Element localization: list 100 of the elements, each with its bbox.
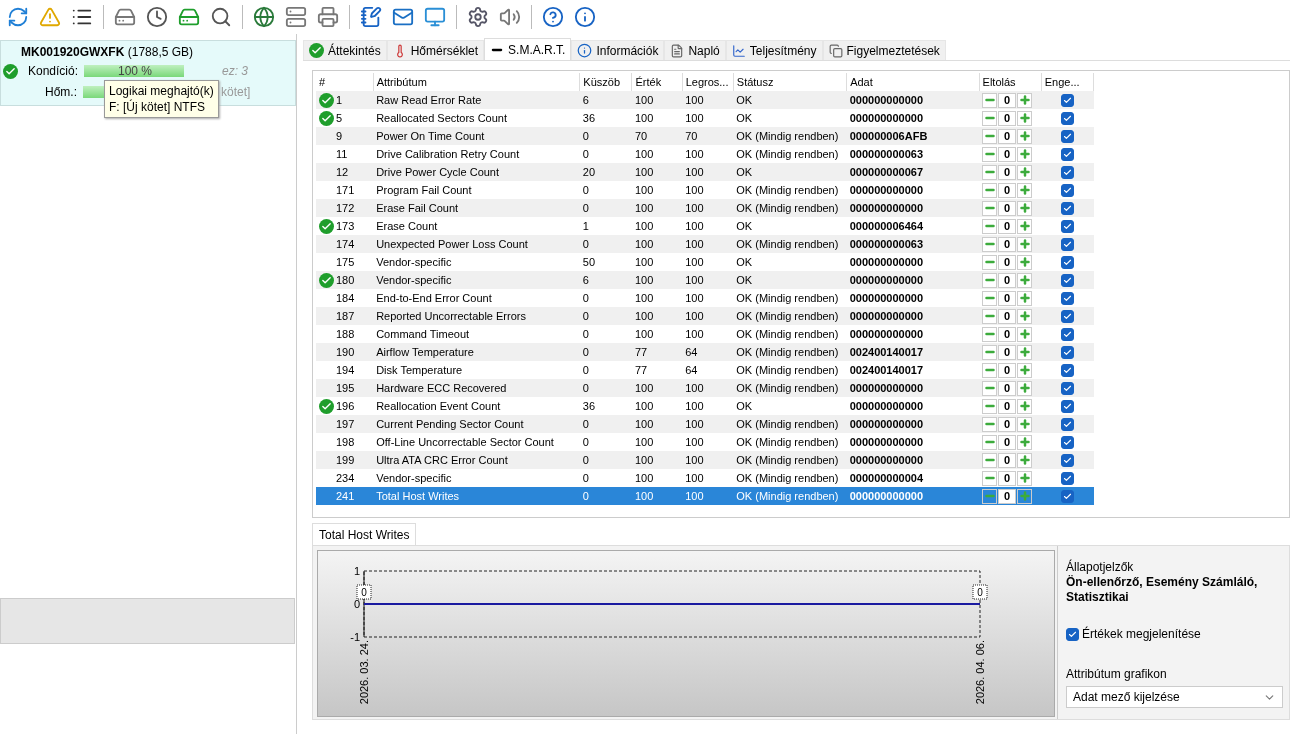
increment-button[interactable] <box>1017 416 1033 432</box>
increment-button[interactable] <box>1017 146 1033 162</box>
checkbox[interactable] <box>1060 309 1074 323</box>
tab[interactable]: Információk <box>571 40 665 60</box>
offset-field[interactable]: 0 <box>998 128 1017 144</box>
decrement-button[interactable] <box>982 110 998 126</box>
increment-button[interactable] <box>1017 218 1033 234</box>
checkbox[interactable] <box>1060 471 1074 485</box>
offset-field[interactable]: 0 <box>998 218 1017 234</box>
decrement-button[interactable] <box>982 416 998 432</box>
offset-field[interactable]: 0 <box>998 200 1017 216</box>
checkbox[interactable] <box>1060 273 1074 287</box>
offset-field[interactable]: 0 <box>998 416 1017 432</box>
offset-field[interactable]: 0 <box>998 362 1017 378</box>
checkbox[interactable] <box>1060 363 1074 377</box>
checkbox[interactable] <box>1060 219 1074 233</box>
increment-button[interactable] <box>1017 398 1033 414</box>
decrement-button[interactable] <box>982 200 998 216</box>
offset-field[interactable]: 0 <box>998 488 1017 504</box>
checkbox[interactable] <box>1060 327 1074 341</box>
tab[interactable]: Napló <box>664 40 726 60</box>
checkbox[interactable] <box>1060 201 1074 215</box>
checkbox[interactable] <box>1060 399 1074 413</box>
decrement-button[interactable] <box>982 290 998 306</box>
increment-button[interactable] <box>1017 344 1033 360</box>
table-row[interactable]: 5 Reallocated Sectors Count 36 100 100 OK 000000000000 0 <box>316 109 1094 127</box>
offset-field[interactable]: 0 <box>998 164 1017 180</box>
table-row[interactable]: 199 Ultra ATA CRC Error Count 0 100 100 OK (Mindig rendben) 000000000000 0 <box>316 451 1094 469</box>
increment-button[interactable] <box>1017 110 1033 126</box>
checkbox[interactable] <box>1060 183 1074 197</box>
table-row[interactable]: 194 Disk Temperature 0 77 64 OK (Mindig rendben) 002400140017 0 <box>316 361 1094 379</box>
increment-button[interactable] <box>1017 272 1033 288</box>
tab[interactable]: S.M.A.R.T. <box>484 38 572 60</box>
increment-button[interactable] <box>1017 470 1033 486</box>
decrement-button[interactable] <box>982 236 998 252</box>
increment-button[interactable] <box>1017 290 1033 306</box>
offset-field[interactable]: 0 <box>998 452 1017 468</box>
checkbox[interactable] <box>1060 165 1074 179</box>
table-row[interactable]: 184 End-to-End Error Count 0 100 100 OK (Mindig rendben) 000000000000 0 <box>316 289 1094 307</box>
checkbox[interactable] <box>1060 489 1074 503</box>
table-row[interactable]: 234 Vendor-specific 0 100 100 OK (Mindig rendben) 000000000004 0 <box>316 469 1094 487</box>
offset-field[interactable]: 0 <box>998 254 1017 270</box>
offset-field[interactable]: 0 <box>998 182 1017 198</box>
increment-button[interactable] <box>1017 200 1033 216</box>
decrement-button[interactable] <box>982 488 998 504</box>
checkbox[interactable] <box>1060 111 1074 125</box>
checkbox[interactable] <box>1060 435 1074 449</box>
increment-button[interactable] <box>1017 308 1033 324</box>
offset-field[interactable]: 0 <box>998 398 1017 414</box>
offset-field[interactable]: 0 <box>998 272 1017 288</box>
decrement-button[interactable] <box>982 218 998 234</box>
table-row[interactable]: 171 Program Fail Count 0 100 100 OK (Mindig rendben) 000000000000 0 <box>316 181 1094 199</box>
increment-button[interactable] <box>1017 254 1033 270</box>
checkbox[interactable] <box>1060 129 1074 143</box>
increment-button[interactable] <box>1017 362 1033 378</box>
table-row[interactable]: 175 Vendor-specific 50 100 100 OK 000000000000 0 <box>316 253 1094 271</box>
tab[interactable]: Hőmérséklet <box>386 40 485 60</box>
checkbox[interactable] <box>1060 345 1074 359</box>
checkbox[interactable] <box>1060 255 1074 269</box>
increment-button[interactable] <box>1017 452 1033 468</box>
increment-button[interactable] <box>1017 434 1033 450</box>
increment-button[interactable] <box>1017 164 1033 180</box>
decrement-button[interactable] <box>982 326 998 342</box>
increment-button[interactable] <box>1017 236 1033 252</box>
table-row[interactable]: 190 Airflow Temperature 0 77 64 OK (Mindig rendben) 002400140017 0 <box>316 343 1094 361</box>
table-row[interactable]: 172 Erase Fail Count 0 100 100 OK (Mindig rendben) 000000000000 0 <box>316 199 1094 217</box>
offset-field[interactable]: 0 <box>998 326 1017 342</box>
checkbox[interactable] <box>1060 381 1074 395</box>
offset-field[interactable]: 0 <box>998 308 1017 324</box>
increment-button[interactable] <box>1017 92 1033 108</box>
table-row[interactable]: 188 Command Timeout 0 100 100 OK (Mindig rendben) 000000000000 0 <box>316 325 1094 343</box>
table-row[interactable]: 11 Drive Calibration Retry Count 0 100 100 OK (Mindig rendben) 000000000063 0 <box>316 145 1094 163</box>
offset-field[interactable]: 0 <box>998 470 1017 486</box>
decrement-button[interactable] <box>982 254 998 270</box>
offset-field[interactable]: 0 <box>998 434 1017 450</box>
decrement-button[interactable] <box>982 272 998 288</box>
decrement-button[interactable] <box>982 434 998 450</box>
decrement-button[interactable] <box>982 362 998 378</box>
table-row[interactable]: 195 Hardware ECC Recovered 0 100 100 OK (Mindig rendben) 000000000000 0 <box>316 379 1094 397</box>
decrement-button[interactable] <box>982 146 998 162</box>
checkbox[interactable] <box>1060 147 1074 161</box>
increment-button[interactable] <box>1017 182 1033 198</box>
tab[interactable]: Teljesítmény <box>725 40 823 60</box>
table-row[interactable]: 198 Off-Line Uncorrectable Sector Count 0 100 100 OK (Mindig rendben) 000000000000 0 <box>316 433 1094 451</box>
decrement-button[interactable] <box>982 452 998 468</box>
decrement-button[interactable] <box>982 380 998 396</box>
offset-field[interactable]: 0 <box>998 344 1017 360</box>
decrement-button[interactable] <box>982 470 998 486</box>
table-row[interactable]: 174 Unexpected Power Loss Count 0 100 100 OK (Mindig rendben) 000000000063 0 <box>316 235 1094 253</box>
increment-button[interactable] <box>1017 128 1033 144</box>
increment-button[interactable] <box>1017 488 1033 504</box>
increment-button[interactable] <box>1017 326 1033 342</box>
checkbox[interactable] <box>1060 291 1074 305</box>
tab[interactable]: Total Host Writes <box>312 523 417 545</box>
decrement-button[interactable] <box>982 164 998 180</box>
decrement-button[interactable] <box>982 398 998 414</box>
offset-field[interactable]: 0 <box>998 110 1017 126</box>
table-row[interactable]: 241 Total Host Writes 0 100 100 OK (Mindig rendben) 000000000000 0 <box>316 487 1094 505</box>
offset-field[interactable]: 0 <box>998 380 1017 396</box>
checkbox[interactable] <box>1060 417 1074 431</box>
